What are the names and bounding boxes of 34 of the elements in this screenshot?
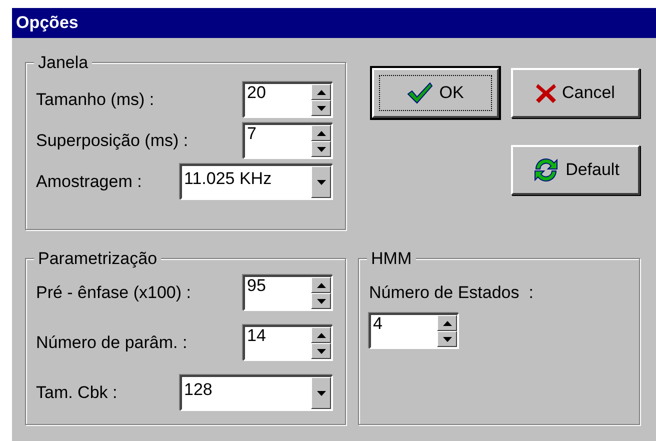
down-arrow-icon — [316, 348, 326, 354]
spin-field[interactable]: 7 — [243, 123, 333, 159]
dropdown-field[interactable]: 11.025 KHz — [180, 164, 333, 200]
down-arrow-icon — [316, 106, 326, 110]
field-label: Tam. Cbk : — [36, 383, 118, 403]
window-title: Opções — [12, 8, 656, 38]
up-arrow-icon — [316, 90, 326, 94]
down-arrow-icon — [316, 298, 326, 304]
down-arrow-icon — [316, 180, 326, 184]
ok-button[interactable]: OK — [372, 68, 499, 118]
up-arrow-icon — [316, 282, 326, 288]
field-label: Tamanho (ms) : — [36, 90, 154, 110]
up-arrow-icon — [442, 320, 452, 326]
field-label: Número de Estados : — [369, 283, 534, 303]
group-title: Parametrização — [34, 249, 162, 269]
spin-field[interactable]: 14 — [243, 325, 333, 361]
field-label: Amostragem : — [36, 172, 142, 192]
field-label: Pré - ênfase (x100) : — [36, 283, 191, 303]
spin-field[interactable]: 20 — [243, 82, 333, 118]
down-arrow-icon — [316, 390, 326, 396]
default-button[interactable]: Default — [511, 145, 640, 195]
cancel-button[interactable]: Cancel — [511, 68, 640, 118]
refresh-icon — [532, 156, 560, 184]
down-arrow-icon — [316, 146, 326, 152]
checkmark-icon — [407, 82, 434, 104]
field-label: Superposição (ms) : — [36, 131, 188, 151]
down-arrow-icon — [442, 336, 452, 342]
up-arrow-icon — [316, 130, 326, 136]
up-arrow-icon — [316, 332, 326, 338]
spin-field[interactable]: 4 — [369, 313, 459, 349]
field-label: Número de parâm. : — [36, 333, 188, 353]
spin-field[interactable]: 95 — [243, 275, 333, 311]
close-icon — [536, 83, 556, 103]
dropdown-field[interactable]: 128 — [180, 375, 333, 411]
